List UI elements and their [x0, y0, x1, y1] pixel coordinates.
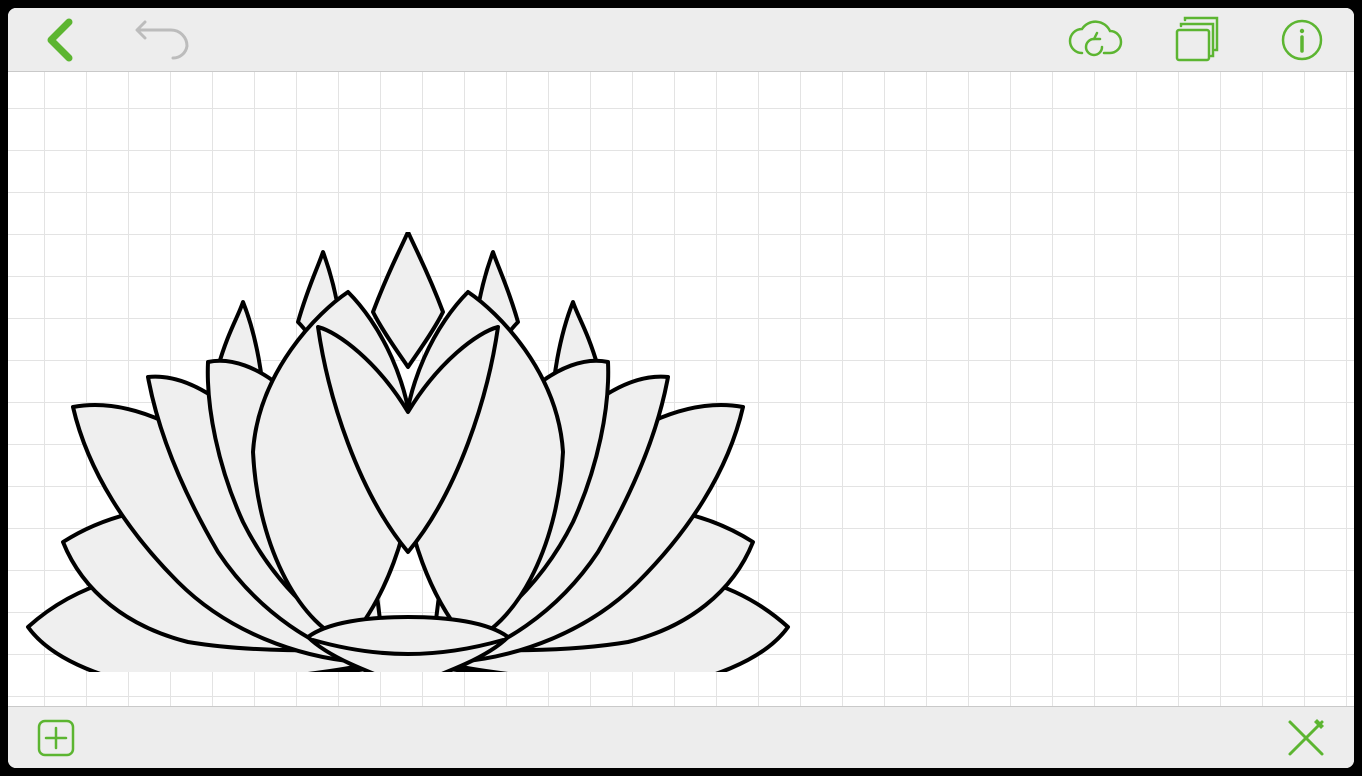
cloud-sync-button[interactable]: [1066, 12, 1122, 68]
top-toolbar: [8, 8, 1354, 72]
undo-icon: [135, 20, 193, 60]
canvas-artwork[interactable]: [18, 232, 798, 672]
bottom-toolbar: [8, 706, 1354, 768]
undo-button[interactable]: [136, 12, 192, 68]
cut-blade-icon: [1284, 716, 1328, 760]
layers-button[interactable]: [1170, 12, 1226, 68]
plus-square-icon: [36, 718, 76, 758]
info-button[interactable]: [1274, 12, 1330, 68]
app-frame: [8, 8, 1354, 768]
chevron-left-icon: [43, 18, 77, 62]
info-icon: [1281, 19, 1323, 61]
add-button[interactable]: [32, 714, 80, 762]
cloud-sync-icon: [1064, 17, 1124, 63]
back-button[interactable]: [32, 12, 88, 68]
design-canvas[interactable]: [8, 72, 1354, 706]
cut-tool-button[interactable]: [1282, 714, 1330, 762]
layers-icon: [1173, 16, 1223, 64]
